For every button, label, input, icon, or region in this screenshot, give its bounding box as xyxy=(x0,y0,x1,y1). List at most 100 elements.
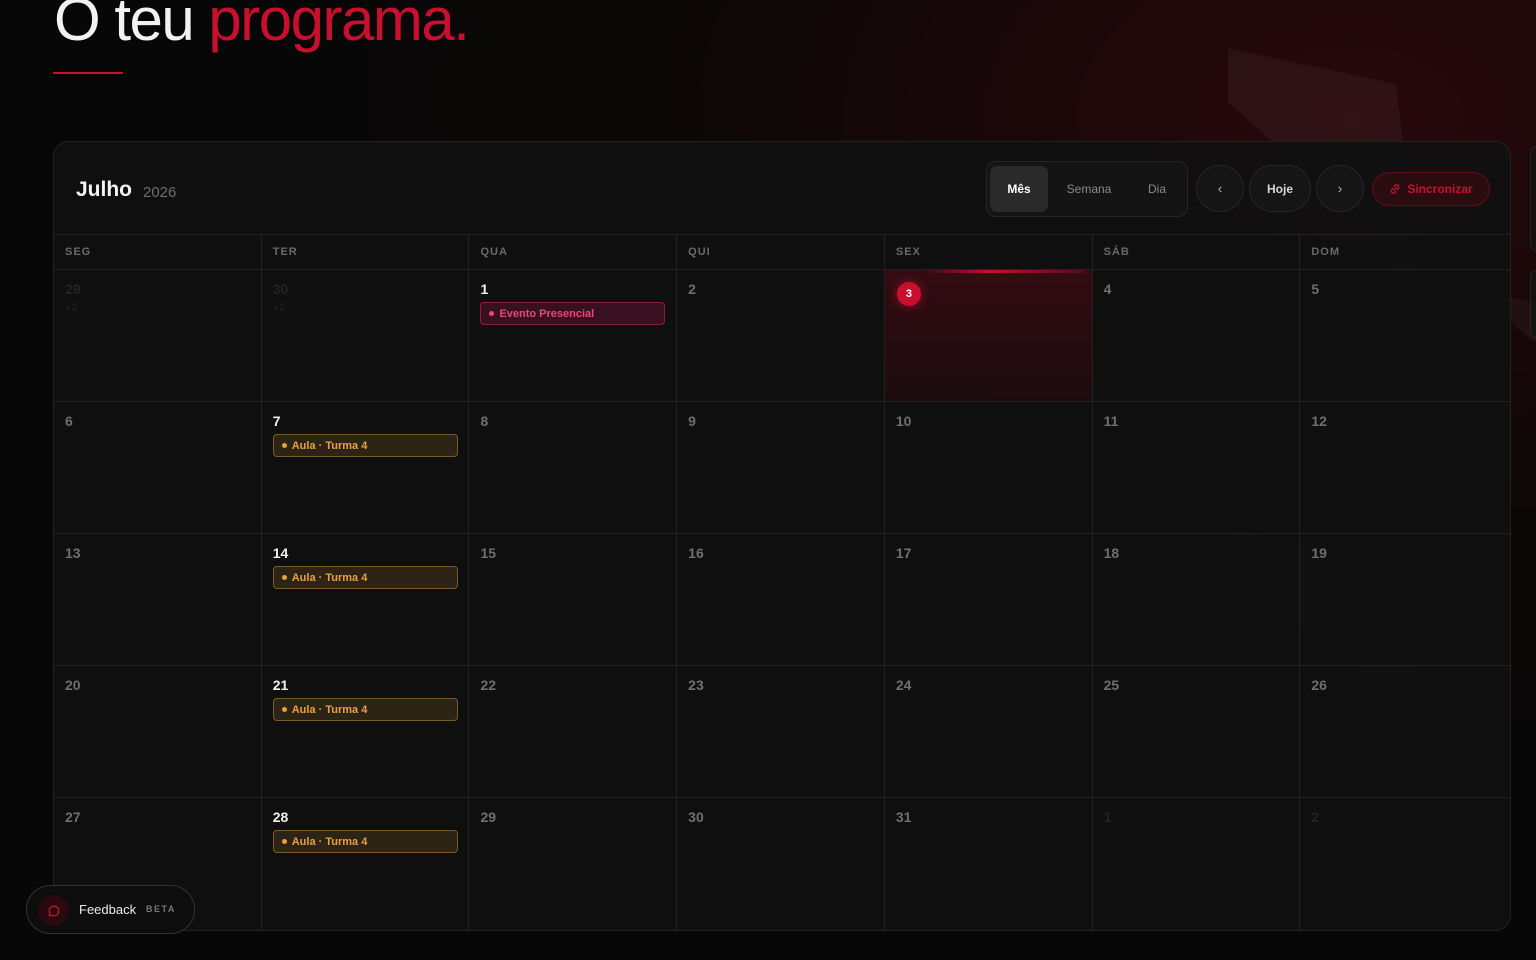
weekday-label: SEG xyxy=(54,235,262,270)
day-cell[interactable]: 6 xyxy=(54,402,262,533)
view-switcher: Mês Semana Dia xyxy=(986,161,1188,217)
day-number: 19 xyxy=(1311,545,1327,561)
event-label: Aula · Turma 4 xyxy=(291,439,368,452)
day-cell[interactable]: 28 Aula · Turma 4 xyxy=(262,798,470,930)
sync-button[interactable]: Sincronizar xyxy=(1372,172,1490,206)
day-number: 30 xyxy=(688,809,704,825)
event-label: Aula · Turma 4 xyxy=(291,835,368,848)
side-panel-handle[interactable] xyxy=(1530,270,1536,338)
day-cell[interactable]: 11 xyxy=(1093,402,1301,533)
day-number: 16 xyxy=(688,545,704,561)
day-cell[interactable]: 31 xyxy=(885,798,1093,930)
day-cell[interactable]: 17 xyxy=(885,534,1093,665)
day-number: 29 xyxy=(480,809,497,825)
day-cell[interactable]: 26 xyxy=(1300,666,1510,797)
day-cell[interactable]: 15 xyxy=(469,534,678,665)
today-badge: 3 xyxy=(896,282,921,306)
day-cell[interactable]: 13 xyxy=(54,534,262,665)
day-cell[interactable]: 10 xyxy=(885,402,1093,533)
day-cell[interactable]: 4 xyxy=(1093,270,1301,401)
day-cell[interactable]: 20 xyxy=(54,666,262,797)
day-number: 15 xyxy=(480,545,497,561)
event-dot-icon xyxy=(281,575,287,580)
calendar-event[interactable]: Aula · Turma 4 xyxy=(272,830,458,853)
chat-bubble-icon xyxy=(38,895,69,926)
today-button[interactable]: Hoje xyxy=(1249,165,1311,212)
day-cell[interactable]: 29 xyxy=(469,798,678,930)
day-number: 23 xyxy=(688,677,704,693)
calendar-card: Julho 2026 Mês Semana Dia ‹ Hoje › Sincr… xyxy=(53,141,1511,931)
day-number: 1 xyxy=(1103,809,1112,825)
day-cell[interactable]: 29 +2 xyxy=(54,270,262,401)
day-cell[interactable]: 24 xyxy=(885,666,1093,797)
week-row: 27 28 Aula · Turma 4 29 30 31 1 2 xyxy=(54,798,1510,930)
previous-month-button[interactable]: ‹ xyxy=(1196,165,1244,212)
day-cell[interactable]: 16 xyxy=(677,534,885,665)
day-cell-today[interactable]: 3 xyxy=(884,270,1093,401)
more-events-count[interactable]: +2 xyxy=(65,302,78,314)
page-title: O teu programa. xyxy=(54,0,470,56)
day-number: 26 xyxy=(1311,677,1327,693)
day-cell[interactable]: 22 xyxy=(469,666,678,797)
day-cell[interactable]: 23 xyxy=(677,666,885,797)
day-cell[interactable]: 12 xyxy=(1300,402,1510,533)
day-cell[interactable]: 21 Aula · Turma 4 xyxy=(262,666,470,797)
day-number: 7 xyxy=(272,413,281,429)
calendar-event[interactable]: Evento Presencial xyxy=(480,302,666,325)
view-month-button[interactable]: Mês xyxy=(990,166,1048,212)
day-number: 5 xyxy=(1311,281,1320,297)
day-number: 2 xyxy=(688,281,696,297)
day-number: 20 xyxy=(65,677,81,693)
page-title-main: O teu xyxy=(54,0,195,53)
link-icon xyxy=(1390,184,1400,194)
weekday-header-row: SEG TER QUA QUI SEX SÁB DOM xyxy=(54,235,1510,270)
day-cell[interactable]: 9 xyxy=(677,402,885,533)
calendar-month: Julho xyxy=(76,178,132,201)
event-dot-icon xyxy=(489,311,495,316)
day-number: 24 xyxy=(895,677,912,693)
day-number: 2 xyxy=(1311,809,1320,825)
event-dot-icon xyxy=(281,707,287,712)
day-number: 1 xyxy=(480,281,489,297)
calendar-event[interactable]: Aula · Turma 4 xyxy=(272,698,458,721)
event-label: Evento Presencial xyxy=(499,307,595,320)
page-title-accent: programa. xyxy=(208,0,469,53)
day-cell[interactable]: 2 xyxy=(677,270,885,401)
day-cell[interactable]: 1 xyxy=(1093,798,1301,930)
day-number: 8 xyxy=(480,413,489,429)
day-number: 11 xyxy=(1103,413,1119,429)
day-cell[interactable]: 2 xyxy=(1300,798,1510,930)
day-number: 9 xyxy=(688,413,696,429)
day-cell[interactable]: 25 xyxy=(1093,666,1301,797)
day-cell[interactable]: 7 Aula · Turma 4 xyxy=(262,402,470,533)
next-month-button[interactable]: › xyxy=(1316,165,1364,212)
calendar-header: Julho 2026 Mês Semana Dia ‹ Hoje › Sincr… xyxy=(54,142,1510,235)
day-number: 6 xyxy=(65,413,73,429)
title-underline xyxy=(53,72,123,74)
day-number: 10 xyxy=(895,413,912,429)
day-number: 27 xyxy=(65,809,81,825)
week-row: 20 21 Aula · Turma 4 22 23 24 25 26 xyxy=(54,666,1510,798)
view-day-button[interactable]: Dia xyxy=(1129,166,1185,212)
day-number: 12 xyxy=(1311,413,1327,429)
day-cell[interactable]: 14 Aula · Turma 4 xyxy=(262,534,470,665)
feedback-button[interactable]: Feedback BETA xyxy=(26,885,195,934)
weekday-label: QUA xyxy=(469,235,678,270)
calendar-event[interactable]: Aula · Turma 4 xyxy=(272,434,458,457)
calendar-event[interactable]: Aula · Turma 4 xyxy=(272,566,458,589)
day-cell[interactable]: 8 xyxy=(469,402,678,533)
day-cell[interactable]: 19 xyxy=(1300,534,1510,665)
day-cell[interactable]: 18 xyxy=(1093,534,1301,665)
day-cell[interactable]: 1 Evento Presencial xyxy=(469,270,678,401)
day-cell[interactable]: 5 xyxy=(1300,270,1510,401)
event-dot-icon xyxy=(281,443,287,448)
week-row: 13 14 Aula · Turma 4 15 16 17 18 19 xyxy=(54,534,1510,666)
day-cell[interactable]: 30 xyxy=(677,798,885,930)
day-cell[interactable]: 30 +2 xyxy=(262,270,470,401)
day-number: 13 xyxy=(65,545,81,561)
view-week-button[interactable]: Semana xyxy=(1057,166,1121,212)
more-events-count[interactable]: +2 xyxy=(273,302,286,314)
day-number: 21 xyxy=(272,677,289,693)
side-panel-handle[interactable] xyxy=(1530,146,1536,251)
beta-badge: BETA xyxy=(146,904,176,914)
